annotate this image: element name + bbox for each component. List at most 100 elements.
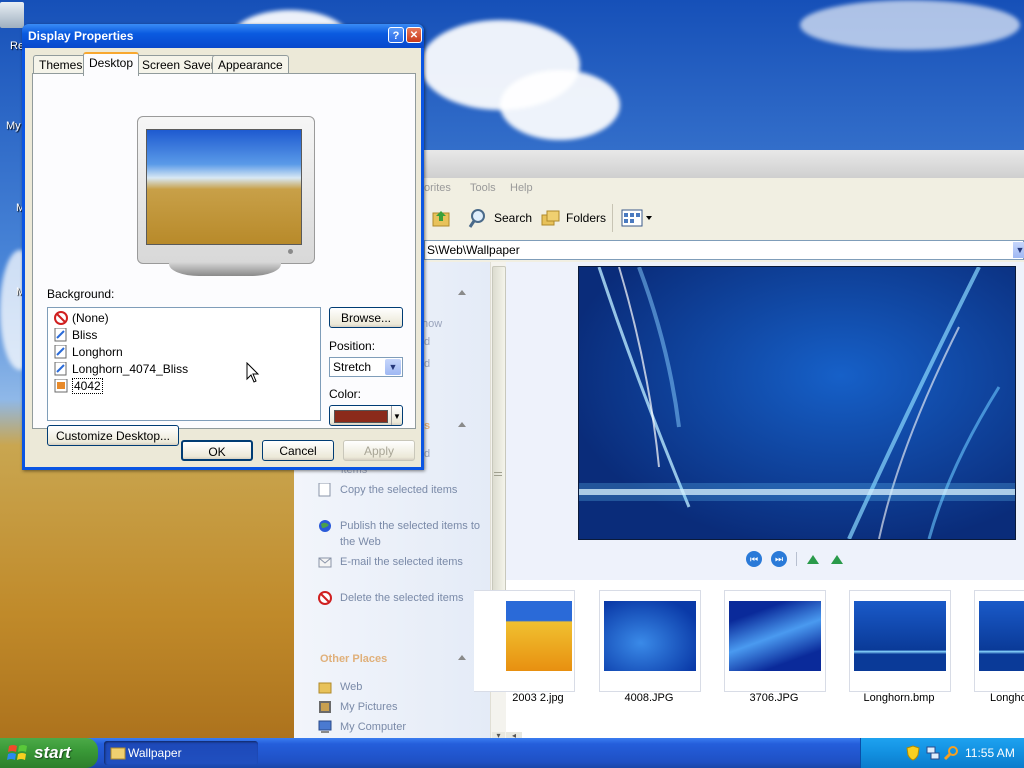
clock[interactable]: 11:55 AM	[965, 746, 1015, 760]
thumbnail-label: Longhorn.bmp	[863, 692, 935, 704]
list-item-label: Longhorn	[72, 345, 123, 359]
folder-icon	[318, 682, 332, 694]
image-file-icon	[54, 362, 67, 376]
thumbnail-label: 2003 2.jpg	[512, 692, 564, 704]
thumbnail-image	[854, 601, 946, 671]
browse-button[interactable]: Browse...	[329, 307, 403, 328]
folder-icon	[110, 747, 126, 760]
scroll-grip	[494, 475, 502, 476]
dialog-body: Themes Desktop Screen Saver Appearance B…	[25, 48, 421, 467]
globe-icon	[319, 520, 331, 532]
customize-desktop-button[interactable]: Customize Desktop...	[47, 425, 179, 446]
thumbnail-label: Longho	[990, 692, 1024, 704]
task-item-partial[interactable]: d	[424, 448, 430, 460]
thumbnail-4008[interactable]	[599, 590, 701, 692]
scroll-grip	[494, 472, 502, 473]
thumbnail-2003[interactable]	[474, 590, 575, 692]
up-folder-button[interactable]	[430, 206, 452, 230]
list-item-longhorn[interactable]: Longhorn	[54, 344, 123, 360]
rotate-counterclockwise-icon[interactable]	[829, 552, 845, 566]
thumbnail-3706[interactable]	[724, 590, 826, 692]
place-label: My Computer	[340, 721, 407, 733]
tab-themes[interactable]: Themes	[33, 55, 89, 74]
mouse-cursor-icon	[246, 362, 260, 383]
apply-button[interactable]: Apply	[343, 440, 415, 461]
place-my-pictures[interactable]: My Pictures	[318, 699, 490, 715]
explorer-titlebar[interactable]	[424, 150, 1024, 178]
task-copy-items[interactable]: Copy the selected items	[318, 482, 490, 498]
start-button[interactable]: start	[0, 738, 98, 768]
tab-appearance[interactable]: Appearance	[212, 55, 289, 74]
image-file-icon	[54, 328, 67, 342]
desktop-tab-panel: Background: (None) Bliss Longhorn Longho…	[32, 73, 416, 446]
place-label: My Pictures	[340, 701, 398, 713]
thumbnail-longhorn-2[interactable]	[974, 590, 1024, 692]
rotate-clockwise-icon[interactable]	[805, 552, 821, 566]
tab-screen-saver[interactable]: Screen Saver	[136, 55, 221, 74]
tab-label: Themes	[39, 58, 83, 72]
menu-tools[interactable]: Tools	[470, 182, 496, 194]
computer-icon	[318, 720, 332, 733]
close-button[interactable]: ✕	[406, 27, 422, 43]
explorer-menubar: orites Tools Help	[424, 178, 1024, 198]
display-properties-dialog: Display Properties ? ✕ Themes Desktop Sc…	[22, 24, 424, 470]
list-item-label: Longhorn_4074_Bliss	[72, 362, 189, 376]
task-item-partial[interactable]: d	[424, 336, 430, 348]
security-shield-icon[interactable]	[905, 745, 921, 761]
cancel-button[interactable]: Cancel	[262, 440, 334, 461]
task-item-partial[interactable]: d	[424, 358, 430, 370]
button-label: Browse...	[340, 311, 391, 325]
preview-image	[578, 266, 1016, 540]
list-item-none[interactable]: (None)	[54, 310, 109, 326]
recycle-bin-icon	[0, 2, 24, 28]
task-label: E-mail the selected items	[340, 556, 463, 568]
position-value: Stretch	[333, 360, 372, 374]
next-image-icon[interactable]: ⏭	[771, 551, 787, 567]
task-label: Copy the selected items	[340, 484, 458, 496]
menu-help[interactable]: Help	[510, 182, 533, 194]
menu-favorites[interactable]: orites	[424, 182, 451, 194]
power-light	[288, 249, 293, 254]
list-item-longhorn-4074-bliss[interactable]: Longhorn_4074_Bliss	[54, 361, 188, 377]
task-email-items[interactable]: E-mail the selected items	[318, 554, 490, 570]
background-listbox[interactable]: (None) Bliss Longhorn Longhorn_4074_Blis…	[47, 307, 321, 421]
list-item-bliss[interactable]: Bliss	[54, 327, 97, 343]
list-item-4042[interactable]: 4042	[54, 378, 103, 394]
controls-separator	[796, 552, 797, 566]
place-my-computer[interactable]: My Computer	[318, 719, 490, 735]
task-delete-items[interactable]: Delete the selected items	[318, 590, 490, 606]
recycle-bin-icon[interactable]: Re	[0, 2, 24, 52]
tab-desktop[interactable]: Desktop	[83, 52, 140, 76]
address-input[interactable]: S\Web\Wallpaper ▼	[424, 240, 1024, 260]
views-button[interactable]	[620, 206, 654, 230]
system-tray: 11:55 AM	[860, 738, 1024, 768]
monitor-stand	[169, 262, 281, 276]
network-icon[interactable]	[925, 745, 941, 761]
previous-image-icon[interactable]: ⏮	[746, 551, 762, 567]
collapse-icon[interactable]	[458, 422, 466, 427]
search-tray-icon[interactable]	[943, 745, 959, 761]
collapse-icon[interactable]	[458, 290, 466, 295]
windows-logo-icon	[7, 745, 27, 760]
close-icon: ✕	[409, 30, 419, 41]
color-picker-button[interactable]: ▼	[329, 405, 403, 426]
search-icon	[468, 209, 485, 228]
button-label: OK	[208, 445, 226, 459]
thumbnail-longhorn[interactable]	[849, 590, 951, 692]
position-select[interactable]: Stretch ▼	[329, 357, 403, 377]
list-item-label: (None)	[72, 311, 109, 325]
thumbnail-image	[604, 601, 696, 671]
dialog-titlebar[interactable]: Display Properties ? ✕	[22, 24, 424, 48]
taskbar-item-wallpaper[interactable]: Wallpaper	[104, 741, 258, 765]
folders-button[interactable]: Folders	[540, 206, 606, 230]
address-dropdown-icon[interactable]: ▼	[1013, 242, 1024, 258]
none-icon	[54, 311, 68, 325]
collapse-icon[interactable]	[458, 655, 466, 660]
help-button[interactable]: ?	[388, 27, 404, 43]
search-button[interactable]: Search	[468, 206, 532, 230]
place-web[interactable]: Web	[318, 679, 490, 695]
task-item-partial[interactable]: how	[422, 318, 442, 330]
ok-button[interactable]: OK	[181, 440, 253, 461]
delete-icon	[318, 591, 332, 605]
task-publish-web[interactable]: Publish the selected items to the Web	[318, 518, 490, 550]
